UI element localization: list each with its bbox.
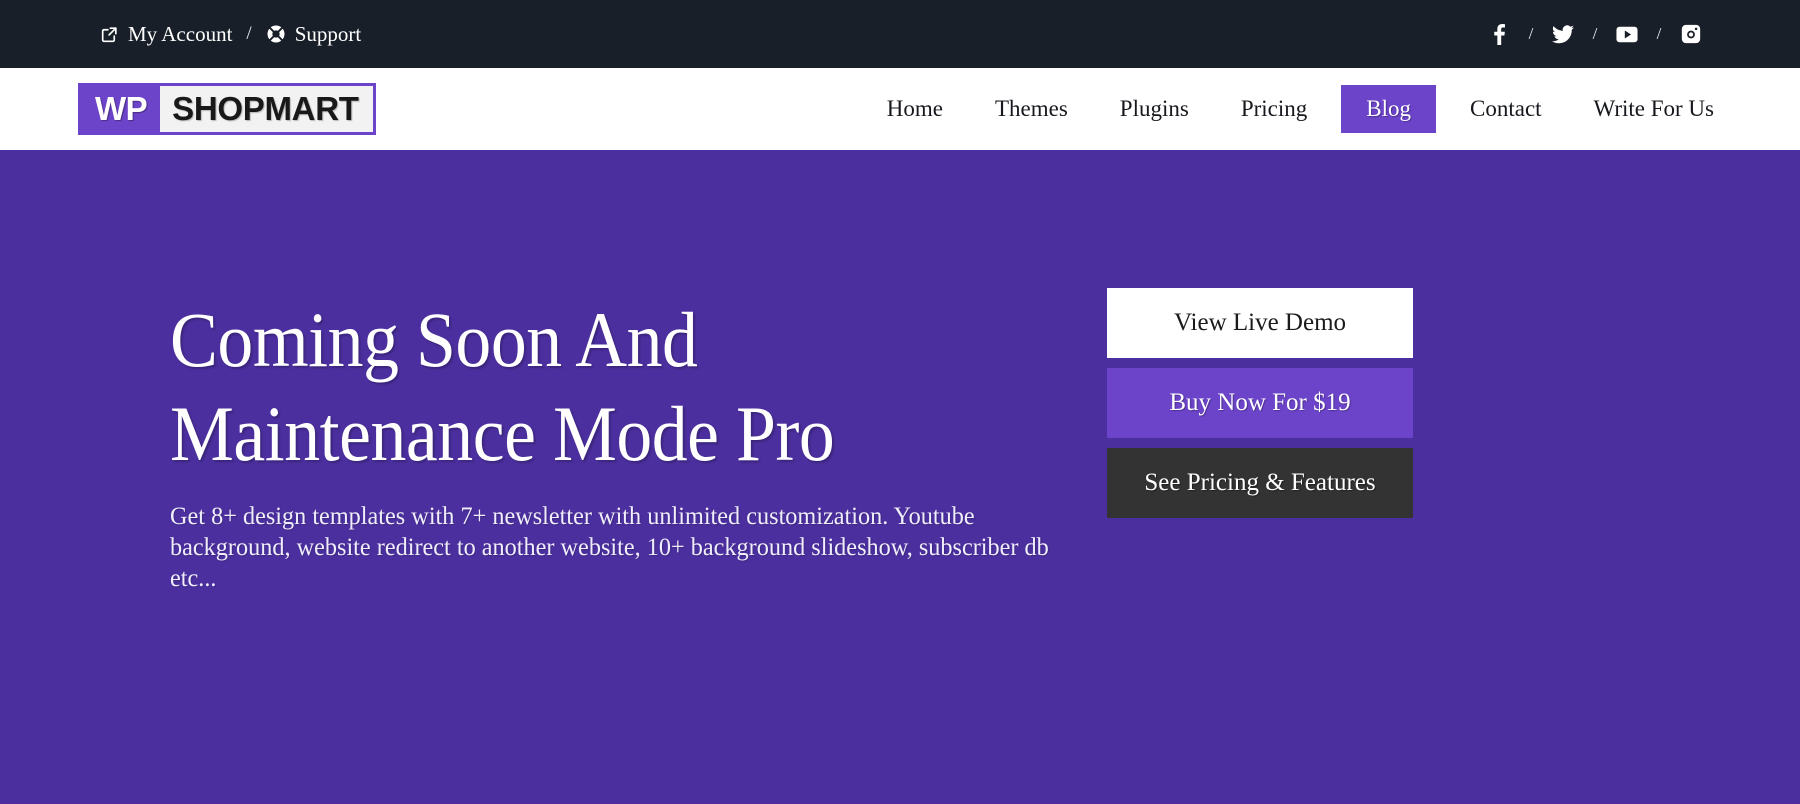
facebook-link[interactable] — [1478, 23, 1520, 45]
nav-item-home[interactable]: Home — [861, 85, 969, 133]
social-links: / / / — [1478, 0, 1712, 68]
hero-title-line-2: Maintenance Mode Pro — [170, 390, 835, 477]
hero-title: Coming Soon And Maintenance Mode Pro — [170, 293, 1026, 481]
buy-now-button[interactable]: Buy Now For $19 — [1107, 368, 1413, 438]
social-separator: / — [1592, 24, 1598, 43]
nav-item-plugins[interactable]: Plugins — [1094, 85, 1215, 133]
nav-item-contact[interactable]: Contact — [1444, 85, 1568, 133]
hero-title-line-1: Coming Soon And — [170, 296, 698, 383]
youtube-link[interactable] — [1606, 25, 1648, 44]
social-separator: / — [1656, 24, 1662, 43]
hero-section: Coming Soon And Maintenance Mode Pro Get… — [0, 150, 1800, 804]
nav-item-blog[interactable]: Blog — [1341, 85, 1436, 133]
site-logo[interactable]: WP SHOPMART — [78, 83, 376, 135]
my-account-link[interactable]: My Account — [100, 21, 233, 46]
external-link-icon — [100, 25, 119, 44]
instagram-icon — [1681, 24, 1701, 44]
main-navigation-bar: WP SHOPMART Home Themes Plugins Pricing … — [0, 68, 1800, 150]
twitter-icon — [1552, 24, 1574, 44]
top-utility-bar: My Account / Support / / / — [0, 0, 1800, 68]
life-ring-icon — [266, 24, 286, 44]
nav-item-themes[interactable]: Themes — [969, 85, 1094, 133]
top-link-separator: / — [246, 23, 252, 44]
nav-item-pricing[interactable]: Pricing — [1215, 85, 1333, 133]
nav-item-write-for-us[interactable]: Write For Us — [1568, 85, 1740, 133]
support-label: Support — [294, 21, 362, 46]
instagram-link[interactable] — [1670, 24, 1712, 44]
hero-text-block: Coming Soon And Maintenance Mode Pro Get… — [170, 293, 1100, 594]
youtube-icon — [1616, 25, 1638, 44]
top-utility-links: My Account / Support — [100, 23, 361, 45]
social-separator: / — [1528, 24, 1534, 43]
facebook-icon — [1493, 23, 1505, 45]
logo-shopmart-text: SHOPMART — [160, 86, 373, 132]
my-account-label: My Account — [128, 21, 233, 46]
twitter-link[interactable] — [1542, 24, 1584, 44]
hero-cta-group: View Live Demo Buy Now For $19 See Prici… — [1107, 288, 1413, 518]
see-pricing-features-button[interactable]: See Pricing & Features — [1107, 448, 1413, 518]
hero-description: Get 8+ design templates with 7+ newslett… — [170, 503, 1049, 592]
support-link[interactable]: Support — [266, 21, 362, 46]
view-live-demo-button[interactable]: View Live Demo — [1107, 288, 1413, 358]
logo-wp-text: WP — [81, 86, 161, 132]
primary-menu: Home Themes Plugins Pricing Blog Contact… — [861, 85, 1740, 133]
